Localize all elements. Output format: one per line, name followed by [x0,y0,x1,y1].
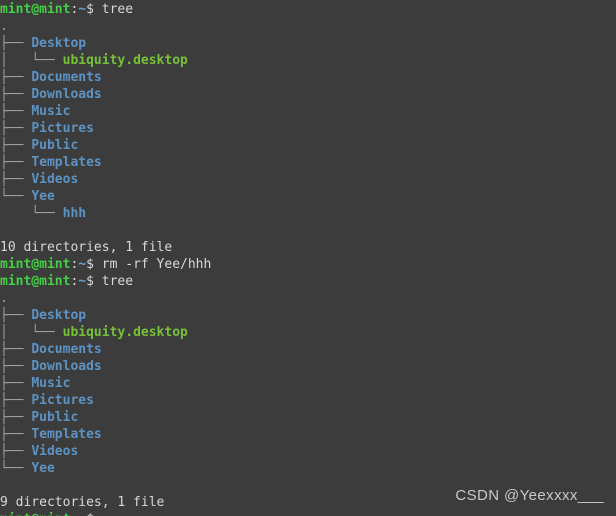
tree-branch-glyph: ├── [0,308,32,323]
tree-root-dot: . [0,291,8,306]
prompt-sigil: $ [86,257,102,272]
prompt-sigil: $ [86,274,102,289]
tree-entry-line: ├── Pictures [0,120,616,137]
tree-entry-line: ├── Desktop [0,307,616,324]
tree-directory-name: Templates [31,155,102,170]
tree-directory-name: hhh [62,206,87,221]
tree-directory-name: Downloads [31,359,102,374]
tree-entry-line: ├── Videos [0,171,616,188]
command-text[interactable]: rm -rf Yee/hhh [102,257,212,272]
tree-entry-line: ├── Music [0,375,616,392]
tree-directory-name: Yee [31,461,55,476]
prompt-path: ~ [78,274,87,289]
terminal-prompt-line: mint@mint:~$ rm -rf Yee/hhh [0,256,616,273]
prompt-path: ~ [78,2,87,17]
prompt-user-host: mint@mint [0,257,71,272]
tree-entry-line: ├── Music [0,103,616,120]
terminal-prompt-line: mint@mint:~$ tree [0,1,616,18]
tree-entry-line: └── Yee [0,460,616,477]
output-text: 10 directories, 1 file [0,240,173,255]
tree-entry-line: ├── Documents [0,69,616,86]
tree-directory-name: Downloads [31,87,102,102]
tree-directory-name: Desktop [31,308,87,323]
tree-directory-name: Videos [31,444,79,459]
prompt-user-host: mint@mint [0,274,71,289]
terminal-screen[interactable]: mint@mint:~$ tree. ├── Desktop │ └── ubiqu… [0,1,616,516]
tree-directory-name: Documents [31,342,102,357]
tree-directory-name: Music [31,376,71,391]
tree-entry-line: ├── Public [0,137,616,154]
tree-branch-glyph: ├── [0,376,32,391]
terminal-prompt-line: mint@mint:~$ tree [0,273,616,290]
output-text: 9 directories, 1 file [0,495,165,510]
tree-root-line: . [0,18,616,35]
tree-directory-name: Public [31,410,79,425]
tree-branch-glyph: │ └── [0,53,63,68]
tree-branch-glyph: └── [0,206,63,221]
tree-branch-glyph: │ └── [0,325,63,340]
tree-file-name: ubiquity.desktop [62,53,188,68]
tree-entry-line: ├── Documents [0,341,616,358]
tree-branch-glyph: ├── [0,70,32,85]
prompt-sigil: $ [86,2,102,17]
tree-entry-line: │ └── ubiquity.desktop [0,52,616,69]
prompt-sigil: $ [86,512,102,516]
terminal-output-line: 10 directories, 1 file [0,239,616,256]
prompt-user-host: mint@mint [0,512,70,516]
tree-directory-name: Desktop [31,36,87,51]
tree-directory-name: Music [31,104,71,119]
tree-file-name: ubiquity.desktop [62,325,188,340]
tree-branch-glyph: ├── [0,172,32,187]
command-text[interactable]: tree [102,274,133,289]
tree-directory-name: Pictures [31,393,94,408]
tree-branch-glyph: ├── [0,444,32,459]
tree-branch-glyph: ├── [0,427,32,442]
tree-entry-line: ├── Downloads [0,358,616,375]
tree-entry-line: ├── Pictures [0,392,616,409]
tree-branch-glyph: ├── [0,410,32,425]
csdn-watermark: CSDN @Yeexxxx___ [455,487,604,504]
tree-directory-name: Public [31,138,79,153]
prompt-path: ~ [78,257,87,272]
tree-directory-name: Videos [31,172,79,187]
tree-root-line: . [0,290,616,307]
tree-branch-glyph: └── [0,189,32,204]
tree-branch-glyph: ├── [0,138,32,153]
tree-entry-line: │ └── ubiquity.desktop [0,324,616,341]
tree-entry-line: ├── Videos [0,443,616,460]
terminal-window[interactable]: mint@mint:~$ tree. ├── Desktop │ └── ubiqu… [0,0,616,516]
tree-branch-glyph: └── [0,461,32,476]
tree-directory-name: Documents [31,70,102,85]
prompt-path: ~ [78,512,86,516]
tree-entry-line: ├── Downloads [0,86,616,103]
tree-directory-name: Pictures [31,121,94,136]
tree-entry-line: ├── Public [0,409,616,426]
tree-entry-line: ├── Templates [0,426,616,443]
tree-directory-name: Yee [31,189,55,204]
tree-entry-line: └── hhh [0,205,616,222]
tree-branch-glyph: ├── [0,87,32,102]
tree-branch-glyph: ├── [0,342,32,357]
tree-entry-line: └── Yee [0,188,616,205]
tree-branch-glyph: ├── [0,104,32,119]
terminal-prompt-line: mint@mint:~$ [0,511,616,516]
tree-branch-glyph: ├── [0,393,32,408]
tree-entry-line: ├── Templates [0,154,616,171]
tree-branch-glyph: ├── [0,155,32,170]
prompt-user-host: mint@mint [0,2,71,17]
command-text[interactable]: tree [102,2,133,17]
tree-directory-name: Templates [31,427,102,442]
tree-branch-glyph: ├── [0,36,32,51]
tree-entry-line: ├── Desktop [0,35,616,52]
tree-root-dot: . [0,19,8,34]
tree-branch-glyph: ├── [0,359,32,374]
tree-branch-glyph: ├── [0,121,32,136]
